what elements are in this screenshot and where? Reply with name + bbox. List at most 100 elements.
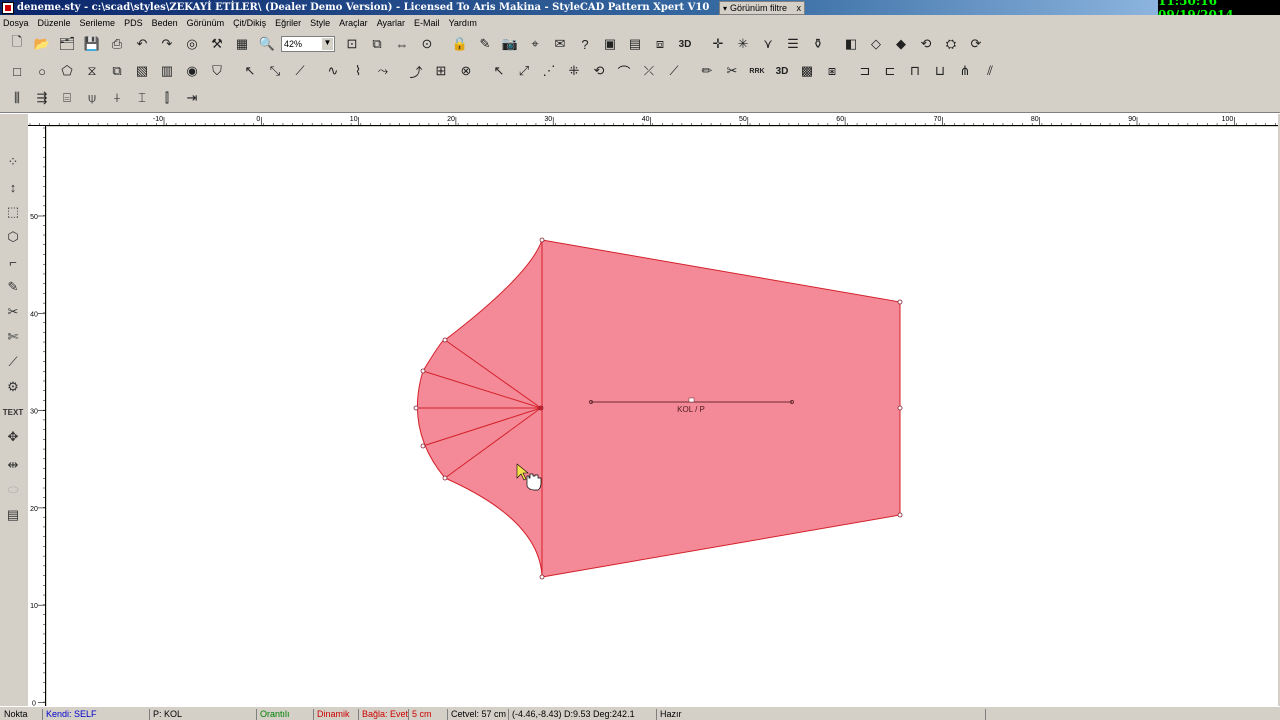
view-active-icon[interactable]: ⛭	[940, 33, 962, 55]
view-tilt-icon[interactable]: ◇	[865, 33, 887, 55]
mail-icon[interactable]: ✉	[549, 33, 571, 55]
curve-1-icon[interactable]: ∿	[322, 60, 344, 82]
pan-icon[interactable]: ⇔	[391, 33, 413, 55]
new-file-icon[interactable]: 🗋	[6, 33, 28, 55]
zoom-select[interactable]: 42%	[281, 36, 335, 52]
bucket-icon[interactable]: ⛉	[206, 60, 228, 82]
grade-6-icon[interactable]: ⌶	[131, 87, 153, 109]
notch-icon[interactable]: ⤴	[405, 60, 427, 82]
seam-3-icon[interactable]: ⊓	[904, 60, 926, 82]
grade-3-icon[interactable]: ⌸	[56, 87, 78, 109]
view-filter-toggle[interactable]: ▾ Görünüm filtre x	[719, 1, 805, 15]
menu-beden[interactable]: Beden	[152, 18, 178, 28]
layers-icon[interactable]: ◎	[181, 33, 203, 55]
print-icon[interactable]: ⎙	[106, 33, 128, 55]
three-d-button-2[interactable]: 3D	[771, 60, 793, 82]
status-proportional[interactable]: Orantılı	[256, 709, 290, 720]
view-diamond-icon[interactable]: ◆	[890, 33, 912, 55]
align-tool-icon[interactable]: ⇹	[2, 454, 24, 476]
tools-icon[interactable]: ✎	[474, 33, 496, 55]
text-tool-button[interactable]: TEXT	[2, 401, 24, 423]
menu-duzenle[interactable]: Düzenle	[38, 18, 71, 28]
knife-tool-icon[interactable]: ⌐	[2, 251, 24, 273]
seam-2-icon[interactable]: ⊏	[879, 60, 901, 82]
measure-icon[interactable]: ⌖	[524, 33, 546, 55]
menu-pds[interactable]: PDS	[124, 18, 143, 28]
grade-2-icon[interactable]: ⇶	[31, 87, 53, 109]
piece-fold-icon[interactable]: ▥	[156, 60, 178, 82]
model-icon[interactable]: ⧈	[649, 33, 671, 55]
point-tool-icon[interactable]: ⁘	[2, 151, 24, 173]
select-arrow-icon[interactable]: ↖	[239, 60, 261, 82]
pencil-icon[interactable]: ✏	[696, 60, 718, 82]
zoom-window-icon[interactable]: ⧉	[366, 33, 388, 55]
menu-email[interactable]: E-Mail	[414, 18, 440, 28]
grid-icon[interactable]: ▦	[231, 33, 253, 55]
spiral-icon[interactable]: ◉	[181, 60, 203, 82]
undo-icon[interactable]: ↶	[131, 33, 153, 55]
cross-tool-icon[interactable]: ✛	[707, 33, 729, 55]
point-add-icon[interactable]: ⤢	[513, 60, 535, 82]
vertex-point[interactable]	[442, 475, 448, 481]
rrk-button[interactable]: RRK	[746, 60, 768, 82]
vertex-point[interactable]	[538, 405, 544, 411]
drawing-canvas[interactable]: KOL / P	[47, 127, 1278, 706]
grade-5-icon[interactable]: ⍭	[106, 87, 128, 109]
point-line-icon[interactable]: ⋰	[538, 60, 560, 82]
cube-tool-icon[interactable]: ⬡	[2, 226, 24, 248]
seam-6-icon[interactable]: ⫽	[979, 60, 1001, 82]
curve-3-icon[interactable]: ⤳	[372, 60, 394, 82]
scissors-icon[interactable]: ✂	[721, 60, 743, 82]
close-icon[interactable]: x	[797, 3, 802, 13]
hourglass-icon[interactable]: ⧖	[81, 60, 103, 82]
vertex-point[interactable]	[442, 337, 448, 343]
menu-style[interactable]: Style	[310, 18, 330, 28]
menu-yardim[interactable]: Yardım	[449, 18, 477, 28]
status-dynamic[interactable]: Dinamik	[313, 709, 350, 720]
circle-icon[interactable]: ○	[31, 60, 53, 82]
piece-copy-icon[interactable]: ⧉	[106, 60, 128, 82]
point-curve-icon[interactable]: ⌒	[613, 60, 635, 82]
seam-1-icon[interactable]: ⊐	[854, 60, 876, 82]
grade-7-icon[interactable]: ⫿	[156, 87, 178, 109]
menu-dosya[interactable]: Dosya	[3, 18, 29, 28]
image-icon[interactable]: ▤	[624, 33, 646, 55]
view-right-icon[interactable]: ⟳	[965, 33, 987, 55]
pattern-grid-icon[interactable]: ▩	[796, 60, 818, 82]
mesh-icon[interactable]: ⊞	[430, 60, 452, 82]
vertex-point[interactable]	[420, 443, 426, 449]
point-split-icon[interactable]: ⁜	[563, 60, 585, 82]
point-rotate-icon[interactable]: ⟲	[588, 60, 610, 82]
vertex-point[interactable]	[897, 512, 903, 518]
seam-5-icon[interactable]: ⋔	[954, 60, 976, 82]
vertex-point[interactable]	[539, 237, 545, 243]
grade-1-icon[interactable]: ⫼	[6, 87, 28, 109]
move-point-icon[interactable]: ⤡	[264, 60, 286, 82]
sew-tool-icon[interactable]: ✄	[2, 326, 24, 348]
redo-icon[interactable]: ↷	[156, 33, 178, 55]
open-folder-icon[interactable]: 📂	[31, 33, 53, 55]
vertical-line-icon[interactable]: ↕	[2, 176, 24, 198]
menu-ayarlar[interactable]: Ayarlar	[377, 18, 405, 28]
vertex-point[interactable]	[539, 574, 545, 580]
star-tool-icon[interactable]: ✳	[732, 33, 754, 55]
vertex-point[interactable]	[897, 299, 903, 305]
menu-serileme[interactable]: Serileme	[80, 18, 116, 28]
save-icon[interactable]: 💾	[81, 33, 103, 55]
menu-cit-dikis[interactable]: Çit/Dikiş	[233, 18, 266, 28]
vertex-point[interactable]	[413, 405, 419, 411]
nest-icon[interactable]: ⧆	[821, 60, 843, 82]
zoom-icon[interactable]: 🔍	[256, 33, 278, 55]
vertex-point[interactable]	[897, 405, 903, 411]
point-cross-icon[interactable]: ⤫	[638, 60, 660, 82]
layout-tool-icon[interactable]: ▤	[2, 504, 24, 526]
grade-8-icon[interactable]: ⇥	[181, 87, 203, 109]
view-rotate-icon[interactable]: ⟲	[915, 33, 937, 55]
pentagon-icon[interactable]: ⬠	[56, 60, 78, 82]
grade-4-icon[interactable]: ⍦	[81, 87, 103, 109]
status-snap[interactable]: Bağla: Evet	[358, 709, 408, 720]
piece-tool-icon[interactable]: ⬚	[2, 201, 24, 223]
menu-egriler[interactable]: Eğriler	[275, 18, 301, 28]
lock-icon[interactable]: 🔒	[449, 33, 471, 55]
move-tool-icon[interactable]: ✥	[2, 426, 24, 448]
